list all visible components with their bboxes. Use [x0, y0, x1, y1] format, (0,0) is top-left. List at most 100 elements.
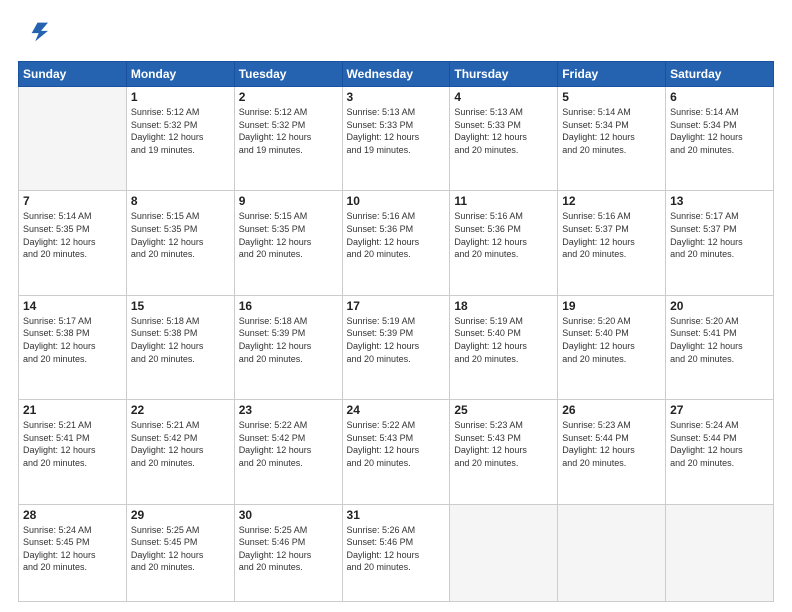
calendar-cell: 13 Sunrise: 5:17 AMSunset: 5:37 PMDayligh…	[666, 191, 774, 295]
week-row: 28 Sunrise: 5:24 AMSunset: 5:45 PMDayligh…	[19, 504, 774, 601]
calendar-cell: 24 Sunrise: 5:22 AMSunset: 5:43 PMDayligh…	[342, 400, 450, 504]
day-number: 23	[239, 403, 338, 417]
calendar-cell: 9 Sunrise: 5:15 AMSunset: 5:35 PMDaylight…	[234, 191, 342, 295]
calendar-cell: 17 Sunrise: 5:19 AMSunset: 5:39 PMDayligh…	[342, 295, 450, 399]
day-info: Sunrise: 5:23 AMSunset: 5:43 PMDaylight:…	[454, 419, 553, 469]
weekday-header: Wednesday	[342, 62, 450, 87]
week-row: 14 Sunrise: 5:17 AMSunset: 5:38 PMDayligh…	[19, 295, 774, 399]
day-number: 24	[347, 403, 446, 417]
day-number: 7	[23, 194, 122, 208]
day-info: Sunrise: 5:18 AMSunset: 5:39 PMDaylight:…	[239, 315, 338, 365]
week-row: 1 Sunrise: 5:12 AMSunset: 5:32 PMDaylight…	[19, 87, 774, 191]
day-info: Sunrise: 5:24 AMSunset: 5:44 PMDaylight:…	[670, 419, 769, 469]
calendar-cell: 26Sunrise: 5:23 AMSunset: 5:44 PMDayligh…	[558, 400, 666, 504]
calendar-cell	[450, 504, 558, 601]
calendar-cell: 23 Sunrise: 5:22 AMSunset: 5:42 PMDayligh…	[234, 400, 342, 504]
day-number: 10	[347, 194, 446, 208]
calendar-cell: 22 Sunrise: 5:21 AMSunset: 5:42 PMDayligh…	[126, 400, 234, 504]
day-number: 2	[239, 90, 338, 104]
day-number: 12	[562, 194, 661, 208]
calendar-cell: 2 Sunrise: 5:12 AMSunset: 5:32 PMDaylight…	[234, 87, 342, 191]
day-info: Sunrise: 5:24 AMSunset: 5:45 PMDaylight:…	[23, 524, 122, 574]
day-info: Sunrise: 5:21 AMSunset: 5:42 PMDaylight:…	[131, 419, 230, 469]
calendar-table: SundayMondayTuesdayWednesdayThursdayFrid…	[18, 61, 774, 602]
day-number: 20	[670, 299, 769, 313]
day-info: Sunrise: 5:12 AMSunset: 5:32 PMDaylight:…	[131, 106, 230, 156]
day-number: 17	[347, 299, 446, 313]
day-number: 1	[131, 90, 230, 104]
day-info: Sunrise: 5:25 AMSunset: 5:46 PMDaylight:…	[239, 524, 338, 574]
day-info: Sunrise: 5:21 AMSunset: 5:41 PMDaylight:…	[23, 419, 122, 469]
day-number: 29	[131, 508, 230, 522]
calendar-cell: 18 Sunrise: 5:19 AMSunset: 5:40 PMDayligh…	[450, 295, 558, 399]
weekday-header-row: SundayMondayTuesdayWednesdayThursdayFrid…	[19, 62, 774, 87]
day-info: Sunrise: 5:26 AMSunset: 5:46 PMDaylight:…	[347, 524, 446, 574]
calendar-cell	[666, 504, 774, 601]
day-number: 16	[239, 299, 338, 313]
day-info: Sunrise: 5:14 AMSunset: 5:35 PMDaylight:…	[23, 210, 122, 260]
calendar-cell: 16 Sunrise: 5:18 AMSunset: 5:39 PMDayligh…	[234, 295, 342, 399]
day-number: 9	[239, 194, 338, 208]
day-info: Sunrise: 5:20 AMSunset: 5:41 PMDaylight:…	[670, 315, 769, 365]
day-info: Sunrise: 5:13 AMSunset: 5:33 PMDaylight:…	[454, 106, 553, 156]
day-number: 11	[454, 194, 553, 208]
day-number: 31	[347, 508, 446, 522]
logo-icon	[20, 18, 48, 46]
day-number: 21	[23, 403, 122, 417]
day-info: Sunrise: 5:22 AMSunset: 5:42 PMDaylight:…	[239, 419, 338, 469]
day-number: 5	[562, 90, 661, 104]
day-number: 30	[239, 508, 338, 522]
calendar-cell: 11 Sunrise: 5:16 AMSunset: 5:36 PMDayligh…	[450, 191, 558, 295]
day-info: Sunrise: 5:13 AMSunset: 5:33 PMDaylight:…	[347, 106, 446, 156]
day-info: Sunrise: 5:14 AMSunset: 5:34 PMDaylight:…	[670, 106, 769, 156]
day-info: Sunrise: 5:17 AMSunset: 5:38 PMDaylight:…	[23, 315, 122, 365]
day-number: 4	[454, 90, 553, 104]
weekday-header: Thursday	[450, 62, 558, 87]
calendar-cell: 29Sunrise: 5:25 AMSunset: 5:45 PMDayligh…	[126, 504, 234, 601]
weekday-header: Friday	[558, 62, 666, 87]
day-info: Sunrise: 5:19 AMSunset: 5:39 PMDaylight:…	[347, 315, 446, 365]
day-info: Sunrise: 5:12 AMSunset: 5:32 PMDaylight:…	[239, 106, 338, 156]
day-number: 8	[131, 194, 230, 208]
day-number: 25	[454, 403, 553, 417]
day-number: 14	[23, 299, 122, 313]
weekday-header: Monday	[126, 62, 234, 87]
week-row: 7 Sunrise: 5:14 AMSunset: 5:35 PMDaylight…	[19, 191, 774, 295]
day-info: Sunrise: 5:23 AMSunset: 5:44 PMDaylight:…	[562, 419, 661, 469]
calendar-cell: 12 Sunrise: 5:16 AMSunset: 5:37 PMDayligh…	[558, 191, 666, 295]
header	[18, 18, 774, 51]
calendar-cell: 3Sunrise: 5:13 AMSunset: 5:33 PMDaylight…	[342, 87, 450, 191]
day-number: 18	[454, 299, 553, 313]
day-info: Sunrise: 5:15 AMSunset: 5:35 PMDaylight:…	[239, 210, 338, 260]
day-number: 27	[670, 403, 769, 417]
calendar-cell: 14 Sunrise: 5:17 AMSunset: 5:38 PMDayligh…	[19, 295, 127, 399]
day-number: 6	[670, 90, 769, 104]
calendar-cell: 15Sunrise: 5:18 AMSunset: 5:38 PMDayligh…	[126, 295, 234, 399]
calendar-cell: 27 Sunrise: 5:24 AMSunset: 5:44 PMDayligh…	[666, 400, 774, 504]
logo	[18, 18, 48, 51]
day-info: Sunrise: 5:16 AMSunset: 5:36 PMDaylight:…	[454, 210, 553, 260]
calendar-cell: 4 Sunrise: 5:13 AMSunset: 5:33 PMDaylight…	[450, 87, 558, 191]
calendar-cell: 25 Sunrise: 5:23 AMSunset: 5:43 PMDayligh…	[450, 400, 558, 504]
day-info: Sunrise: 5:22 AMSunset: 5:43 PMDaylight:…	[347, 419, 446, 469]
day-number: 22	[131, 403, 230, 417]
day-info: Sunrise: 5:16 AMSunset: 5:36 PMDaylight:…	[347, 210, 446, 260]
calendar-cell: 19Sunrise: 5:20 AMSunset: 5:40 PMDayligh…	[558, 295, 666, 399]
day-info: Sunrise: 5:16 AMSunset: 5:37 PMDaylight:…	[562, 210, 661, 260]
day-number: 28	[23, 508, 122, 522]
calendar-cell: 5 Sunrise: 5:14 AMSunset: 5:34 PMDaylight…	[558, 87, 666, 191]
day-info: Sunrise: 5:14 AMSunset: 5:34 PMDaylight:…	[562, 106, 661, 156]
calendar-cell: 30 Sunrise: 5:25 AMSunset: 5:46 PMDayligh…	[234, 504, 342, 601]
day-info: Sunrise: 5:19 AMSunset: 5:40 PMDaylight:…	[454, 315, 553, 365]
calendar-cell: 31 Sunrise: 5:26 AMSunset: 5:46 PMDayligh…	[342, 504, 450, 601]
calendar-cell	[19, 87, 127, 191]
calendar-cell	[558, 504, 666, 601]
day-number: 19	[562, 299, 661, 313]
calendar-cell: 1 Sunrise: 5:12 AMSunset: 5:32 PMDaylight…	[126, 87, 234, 191]
week-row: 21 Sunrise: 5:21 AMSunset: 5:41 PMDayligh…	[19, 400, 774, 504]
day-number: 13	[670, 194, 769, 208]
day-info: Sunrise: 5:15 AMSunset: 5:35 PMDaylight:…	[131, 210, 230, 260]
calendar-cell: 6 Sunrise: 5:14 AMSunset: 5:34 PMDaylight…	[666, 87, 774, 191]
day-info: Sunrise: 5:17 AMSunset: 5:37 PMDaylight:…	[670, 210, 769, 260]
calendar-cell: 21 Sunrise: 5:21 AMSunset: 5:41 PMDayligh…	[19, 400, 127, 504]
